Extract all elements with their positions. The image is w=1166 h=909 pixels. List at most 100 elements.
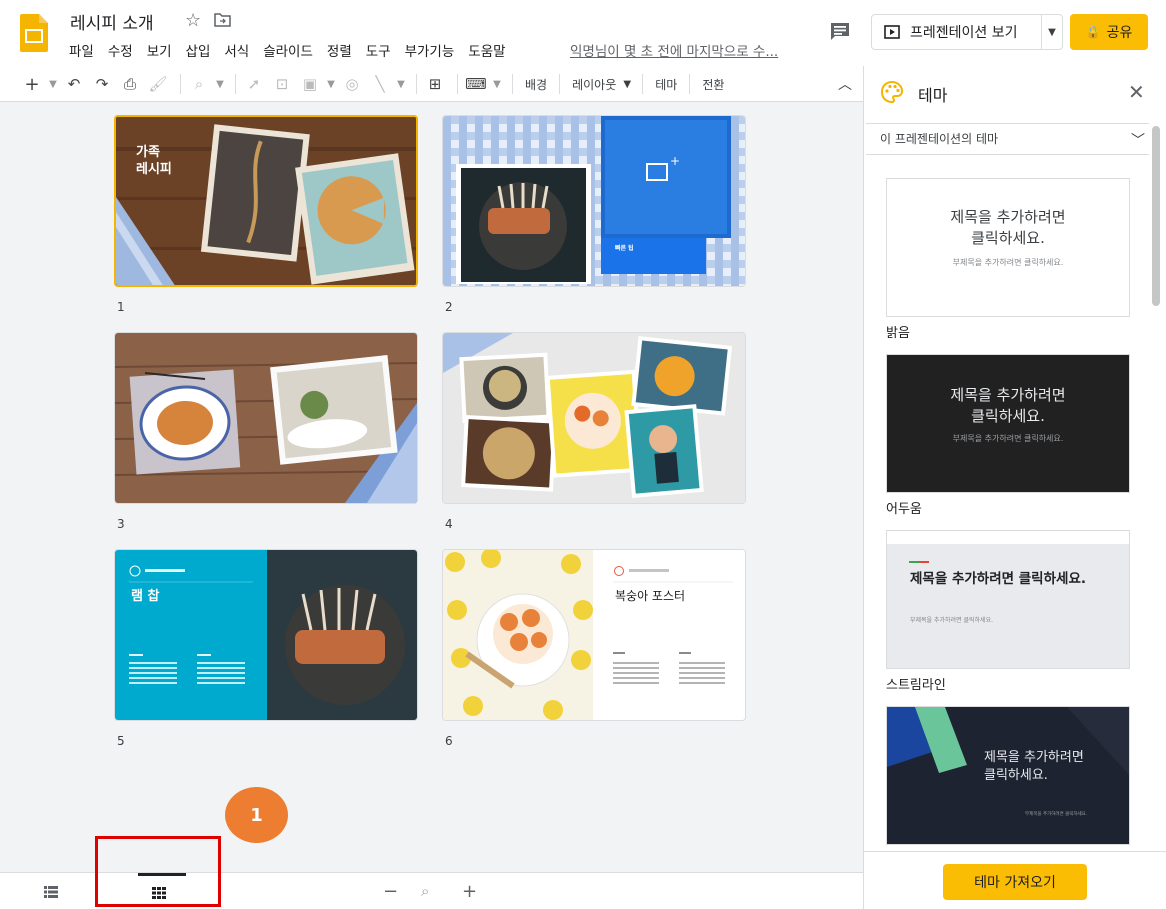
- theme-panel-scrollbar[interactable]: [1152, 126, 1160, 306]
- theme-section-label: 이 프레젠테이션의 테마: [880, 132, 999, 146]
- image-icon[interactable]: ▣: [298, 71, 322, 97]
- panel-divider: [864, 851, 1166, 852]
- theme-section-dropdown[interactable]: 이 프레젠테이션의 테마 ﹀: [866, 123, 1149, 155]
- document-title[interactable]: 레시피 소개: [70, 9, 154, 34]
- layout-button[interactable]: 레이아웃: [572, 76, 616, 93]
- streamline-accent-line: [909, 561, 929, 563]
- toolbar-divider: [689, 74, 691, 94]
- collapse-toolbar-icon[interactable]: ︿: [838, 74, 852, 94]
- redo-icon[interactable]: ↷: [90, 71, 114, 97]
- zoom-out-icon[interactable]: −: [383, 881, 398, 902]
- theme-placeholder-subtitle: 부제목을 추가하려면 클릭하세요.: [952, 434, 1064, 443]
- slide-number-6: 6: [445, 734, 453, 748]
- zoom-in-icon[interactable]: +: [462, 881, 477, 902]
- add-comment-icon[interactable]: ⊞: [423, 71, 447, 97]
- menu-insert[interactable]: 삽입: [186, 40, 218, 60]
- theme-button[interactable]: 테마: [655, 76, 677, 93]
- undo-icon[interactable]: ↶: [62, 71, 86, 97]
- slide-thumbnail-2[interactable]: + 빠른 팁: [442, 115, 746, 287]
- layout-dropdown-icon[interactable]: ▼: [622, 71, 632, 97]
- present-main[interactable]: 프레젠테이션 보기: [872, 15, 1042, 49]
- slide-6-title: 복숭아 포스터: [615, 589, 686, 603]
- move-to-folder-icon[interactable]: [214, 13, 231, 27]
- new-slide-icon[interactable]: +: [20, 71, 44, 97]
- menu-file[interactable]: 파일: [69, 40, 101, 60]
- slide-1-artwork: [116, 117, 416, 285]
- theme-card-focus[interactable]: 제목을 추가하려면 클릭하세요. 부제목을 추가하려면 클릭하세요.: [886, 706, 1130, 845]
- chevron-down-icon: ﹀: [1131, 133, 1145, 149]
- text-box-icon[interactable]: ⊡: [270, 71, 294, 97]
- line-dropdown-icon[interactable]: ▼: [396, 71, 406, 97]
- toolbar-divider: [512, 74, 513, 94]
- theme-card-simple-light[interactable]: 제목을 추가하려면 클릭하세요. 부제목을 추가하려면 클릭하세요.: [886, 178, 1130, 317]
- filmstrip-view-icon[interactable]: [44, 886, 58, 898]
- toolbar-divider: [180, 74, 181, 94]
- image-dropdown-icon[interactable]: ▼: [326, 71, 336, 97]
- zoom-magnifier-icon[interactable]: ⌕: [421, 882, 429, 900]
- zoom-icon[interactable]: ⌕: [187, 71, 211, 97]
- slide-thumbnail-3[interactable]: [114, 332, 418, 504]
- theme-panel-header: 테마 ✕: [864, 66, 1166, 118]
- menu-help[interactable]: 도움말: [468, 40, 512, 60]
- paint-format-icon[interactable]: 🖌: [146, 71, 170, 97]
- theme-card-streamline[interactable]: 제목을 추가하려면 클릭하세요. 부제목을 추가하려면 클릭하세요.: [886, 530, 1130, 669]
- last-edit-link[interactable]: 익명님이 몇 초 전에 마지막으로 수...: [570, 40, 778, 60]
- select-cursor-icon[interactable]: ➚: [242, 71, 266, 97]
- comment-history-icon[interactable]: [829, 21, 851, 41]
- present-label: 프레젠테이션 보기: [910, 25, 1018, 41]
- menu-slide[interactable]: 슬라이드: [263, 40, 320, 60]
- theme-placeholder-title: 제목을 추가하려면 클릭하세요.: [910, 571, 1086, 587]
- theme-name-streamline: 스트림라인: [886, 678, 946, 693]
- slide-grid-view: 가족 레시피 1 + 빠른 팁 2 3 4 램 찹 5 복숭아 포스터 6: [0, 101, 863, 872]
- theme-panel: 테마 ✕ 이 프레젠테이션의 테마 ﹀ 제목을 추가하려면 클릭하세요. 부제목…: [863, 66, 1166, 909]
- palette-icon: [881, 81, 903, 103]
- theme-placeholder-title: 제목을 추가하려면 클릭하세요.: [984, 750, 1084, 783]
- present-button[interactable]: 프레젠테이션 보기 ▼: [871, 14, 1063, 50]
- toolbar-divider: [416, 74, 417, 94]
- input-tools-icon[interactable]: ⌨: [464, 71, 488, 97]
- zoom-dropdown-icon[interactable]: ▼: [215, 71, 225, 97]
- slides-logo-icon[interactable]: [20, 14, 48, 52]
- share-button[interactable]: 🔒 공유: [1070, 14, 1148, 50]
- theme-card-simple-dark[interactable]: 제목을 추가하려면 클릭하세요. 부제목을 추가하려면 클릭하세요.: [886, 354, 1130, 493]
- new-slide-dropdown-icon[interactable]: ▼: [48, 71, 58, 97]
- slide-thumbnail-4[interactable]: [442, 332, 746, 504]
- import-theme-button[interactable]: 테마 가져오기: [943, 864, 1087, 900]
- menu-view[interactable]: 보기: [147, 40, 179, 60]
- slide-5-artwork: [115, 550, 417, 720]
- star-icon[interactable]: ☆: [185, 10, 201, 31]
- menu-edit[interactable]: 수정: [108, 40, 140, 60]
- theme-placeholder-subtitle: 부제목을 추가하려면 클릭하세요.: [952, 258, 1064, 267]
- theme-name-simple-light: 밝음: [886, 326, 910, 341]
- streamline-header-bar: [887, 531, 1129, 544]
- shape-icon[interactable]: ◎: [340, 71, 364, 97]
- background-button[interactable]: 배경: [525, 76, 547, 93]
- app-header: 레시피 소개 ☆ 파일 수정 보기 삽입 서식 슬라이드 정렬 도구 부가기능 …: [0, 0, 1166, 66]
- slide-2-caption: 빠른 팁: [615, 245, 634, 252]
- slide-thumbnail-6[interactable]: 복숭아 포스터: [442, 549, 746, 721]
- close-icon[interactable]: ✕: [1128, 80, 1145, 104]
- slide-thumbnail-1[interactable]: 가족 레시피: [114, 115, 418, 287]
- present-dropdown-icon[interactable]: ▼: [1042, 27, 1062, 38]
- theme-name-simple-dark: 어두움: [886, 502, 922, 517]
- transition-button[interactable]: 전환: [702, 76, 724, 93]
- theme-placeholder-subtitle: 부제목을 추가하려면 클릭하세요.: [910, 617, 994, 624]
- line-icon[interactable]: ╲: [368, 71, 392, 97]
- share-label: 공유: [1106, 25, 1133, 41]
- slide-thumbnail-5[interactable]: 램 찹: [114, 549, 418, 721]
- toolbar-divider: [235, 74, 236, 94]
- theme-panel-title: 테마: [918, 86, 948, 105]
- highlight-box: [95, 836, 221, 907]
- input-tools-dropdown-icon[interactable]: ▼: [492, 71, 502, 97]
- print-icon[interactable]: ⎙: [118, 71, 142, 97]
- theme-placeholder-subtitle: 부제목을 추가하려면 클릭하세요.: [1025, 812, 1088, 817]
- menu-arrange[interactable]: 정렬: [327, 40, 359, 60]
- menu-format[interactable]: 서식: [224, 40, 256, 60]
- menu-addons[interactable]: 부가기능: [405, 40, 462, 60]
- toolbar-divider: [457, 74, 458, 94]
- slide-1-title: 가족 레시피: [136, 145, 172, 177]
- toolbar: + ▼ ↶ ↷ ⎙ 🖌 ⌕ ▼ ➚ ⊡ ▣ ▼ ◎ ╲ ▼ ⊞ ⌨ ▼ 배경 레…: [20, 70, 864, 98]
- lock-icon: 🔒: [1085, 25, 1101, 39]
- menu-tools[interactable]: 도구: [366, 40, 398, 60]
- toolbar-divider: [642, 74, 644, 94]
